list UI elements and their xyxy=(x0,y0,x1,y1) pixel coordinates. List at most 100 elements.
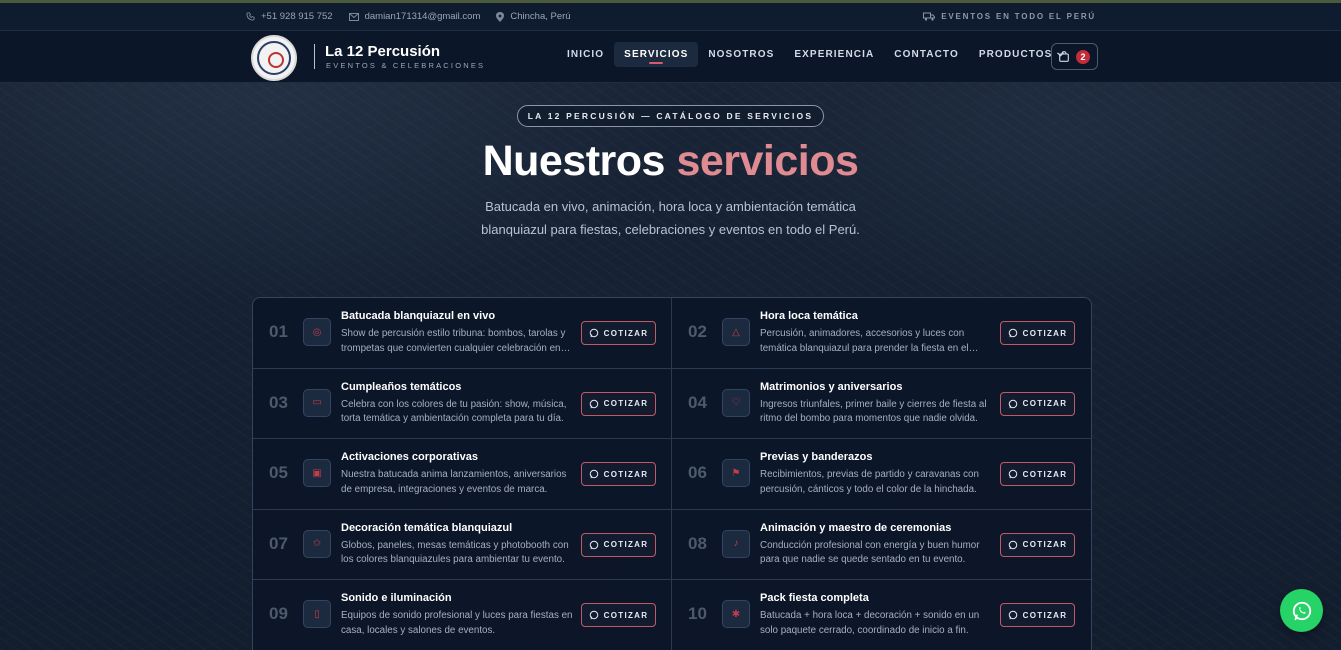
service-title: Sonido e iluminación xyxy=(341,592,452,605)
service-description: Batucada + hora loca + decoración + soni… xyxy=(760,610,980,636)
service-description: Percusión, animadores, accesorios y luce… xyxy=(760,328,969,354)
quote-button[interactable]: COTIZAR xyxy=(581,321,656,345)
whatsapp-icon xyxy=(1008,540,1017,550)
location-info: Chincha, Perú xyxy=(496,11,571,22)
whatsapp-icon xyxy=(589,611,598,620)
service-description: Show de percusión estilo tribuna: bombos… xyxy=(341,328,566,354)
service-number: 02 xyxy=(688,322,707,341)
nav-item-nosotros[interactable]: NOSOTROS xyxy=(698,42,784,67)
party-hat-icon: △ xyxy=(722,318,750,346)
nav-item-contacto[interactable]: CONTACTO xyxy=(884,42,969,67)
whatsapp-icon xyxy=(1008,399,1017,408)
microphone-icon: ♪ xyxy=(722,529,750,558)
service-card: 05 ▣ Activaciones corporativas Nuestra batu… xyxy=(253,439,672,510)
service-card: 01 ◎ Batucada blanquiazul en vivo Show de p… xyxy=(253,298,672,369)
service-card: 08 ♪ Animación y maestro de ceremonias Cond… xyxy=(672,510,1091,581)
phone-icon xyxy=(246,12,255,21)
service-description: Celebra con los colores de tu pasión: sh… xyxy=(341,398,567,425)
brand-divider xyxy=(314,44,315,69)
quote-button[interactable]: COTIZAR xyxy=(1000,321,1075,345)
sparkle-icon: ✱ xyxy=(722,600,750,629)
services-grid: 01 ◎ Batucada blanquiazul en vivo Show de p… xyxy=(252,297,1092,650)
nav-item-inicio[interactable]: INICIO xyxy=(557,42,614,67)
service-title: Matrimonios y aniversarios xyxy=(760,380,903,393)
service-card: 04 ♡ Matrimonios y aniversarios Ingresos tr… xyxy=(672,369,1091,440)
cart-button[interactable]: 2 xyxy=(1051,43,1098,70)
logo-emblem-icon xyxy=(257,41,291,75)
quote-button[interactable]: COTIZAR xyxy=(1000,532,1075,557)
quote-button-label: COTIZAR xyxy=(1022,399,1068,409)
service-card: 07 ✩ Decoración temática blanquiazul Globos… xyxy=(253,509,672,581)
quote-button[interactable]: COTIZAR xyxy=(1000,462,1075,487)
shipping-info: EVENTOS EN TODO EL PERÚ xyxy=(923,12,1096,21)
service-number: 10 xyxy=(688,604,707,624)
whatsapp-float-button[interactable] xyxy=(1280,589,1323,632)
service-card: 09 ▯ Sonido e iluminación Equipos de sonido… xyxy=(253,580,672,650)
primary-navigation: INICIO SERVICIOS NOSOTROS EXPERIENCIA CO… xyxy=(557,42,1074,67)
briefcase-icon: ▣ xyxy=(303,459,331,488)
mail-icon xyxy=(348,12,359,21)
service-description: Ingresos triunfales, primer baile y cier… xyxy=(760,398,987,425)
service-title: Animación y maestro de ceremonias xyxy=(760,521,952,534)
service-description: Conducción profesional con energía y bue… xyxy=(760,539,980,566)
brand-logo[interactable] xyxy=(251,35,297,81)
nav-item-servicios[interactable]: SERVICIOS xyxy=(614,42,699,67)
main-navbar: La 12 Percusión EVENTOS & CELEBRACIONES … xyxy=(0,31,1341,83)
service-number: 03 xyxy=(269,392,288,412)
nav-item-experiencia[interactable]: EXPERIENCIA xyxy=(784,42,884,67)
phone-contact[interactable]: +51 928 915 752 xyxy=(246,11,333,22)
quote-button-label: COTIZAR xyxy=(603,610,649,620)
top-info-bar: +51 928 915 752 damian171314@gmail.com C… xyxy=(0,0,1341,31)
quote-button-label: COTIZAR xyxy=(1022,328,1068,338)
whatsapp-icon xyxy=(589,540,598,550)
service-number: 01 xyxy=(269,322,288,341)
brand-name[interactable]: La 12 Percusión xyxy=(325,43,440,60)
whatsapp-icon xyxy=(1008,328,1017,338)
heart-icon: ♡ xyxy=(722,388,750,417)
drum-icon: ◎ xyxy=(303,318,331,346)
email-contact[interactable]: damian171314@gmail.com xyxy=(348,11,480,22)
shopping-bag-icon xyxy=(1059,51,1069,62)
service-number: 08 xyxy=(688,533,707,553)
location-pin-icon xyxy=(496,11,505,22)
truck-icon xyxy=(923,12,936,21)
service-title: Decoración temática blanquiazul xyxy=(341,521,513,534)
location-text: Chincha, Perú xyxy=(510,11,571,22)
quote-button[interactable]: COTIZAR xyxy=(1000,603,1075,628)
service-title: Cumpleaños temáticos xyxy=(341,380,462,393)
quote-button-label: COTIZAR xyxy=(603,469,649,479)
page-title-main: Nuestros xyxy=(482,137,666,185)
service-description: Recibimientos, previas de partido y cara… xyxy=(760,469,979,495)
quote-button-label: COTIZAR xyxy=(603,328,649,338)
service-card: 06 ⚑ Previas y banderazos Recibimientos, pr… xyxy=(672,439,1091,510)
shipping-text: EVENTOS EN TODO EL PERÚ xyxy=(941,12,1096,21)
whatsapp-icon xyxy=(589,328,598,338)
quote-button[interactable]: COTIZAR xyxy=(581,603,656,628)
quote-button-label: COTIZAR xyxy=(1022,610,1068,620)
quote-button-label: COTIZAR xyxy=(1022,540,1068,550)
service-card: 03 ▭ Cumpleaños temáticos Celebra con los c… xyxy=(253,368,672,440)
service-card: 10 ✱ Pack fiesta completa Batucada + hora l… xyxy=(672,580,1091,650)
phone-text: +51 928 915 752 xyxy=(261,11,333,22)
whatsapp-icon xyxy=(589,399,598,408)
quote-button[interactable]: COTIZAR xyxy=(581,462,656,487)
cart-count-badge: 2 xyxy=(1076,49,1090,64)
whatsapp-icon xyxy=(1292,601,1311,620)
service-number: 07 xyxy=(269,533,288,553)
brand-tagline: EVENTOS & CELEBRACIONES xyxy=(326,61,486,70)
star-icon: ✩ xyxy=(303,529,331,558)
service-description: Globos, paneles, mesas temáticas y photo… xyxy=(341,539,569,566)
service-title: Activaciones corporativas xyxy=(341,451,478,464)
page-subtitle: Batucada en vivo, animación, hora loca y… xyxy=(481,199,860,237)
service-title: Batucada blanquiazul en vivo xyxy=(341,310,496,322)
whatsapp-icon xyxy=(1008,611,1017,620)
service-number: 06 xyxy=(688,463,707,483)
quote-button[interactable]: COTIZAR xyxy=(581,391,656,416)
speaker-icon: ▯ xyxy=(303,600,331,629)
quote-button[interactable]: COTIZAR xyxy=(581,532,656,557)
nav-item-productos-label: PRODUCTOS xyxy=(978,49,1053,60)
section-eyebrow: LA 12 PERCUSIÓN — CATÁLOGO DE SERVICIOS xyxy=(516,105,825,127)
flag-icon: ⚑ xyxy=(722,459,750,488)
quote-button-label: COTIZAR xyxy=(603,399,649,409)
quote-button[interactable]: COTIZAR xyxy=(1000,391,1075,416)
